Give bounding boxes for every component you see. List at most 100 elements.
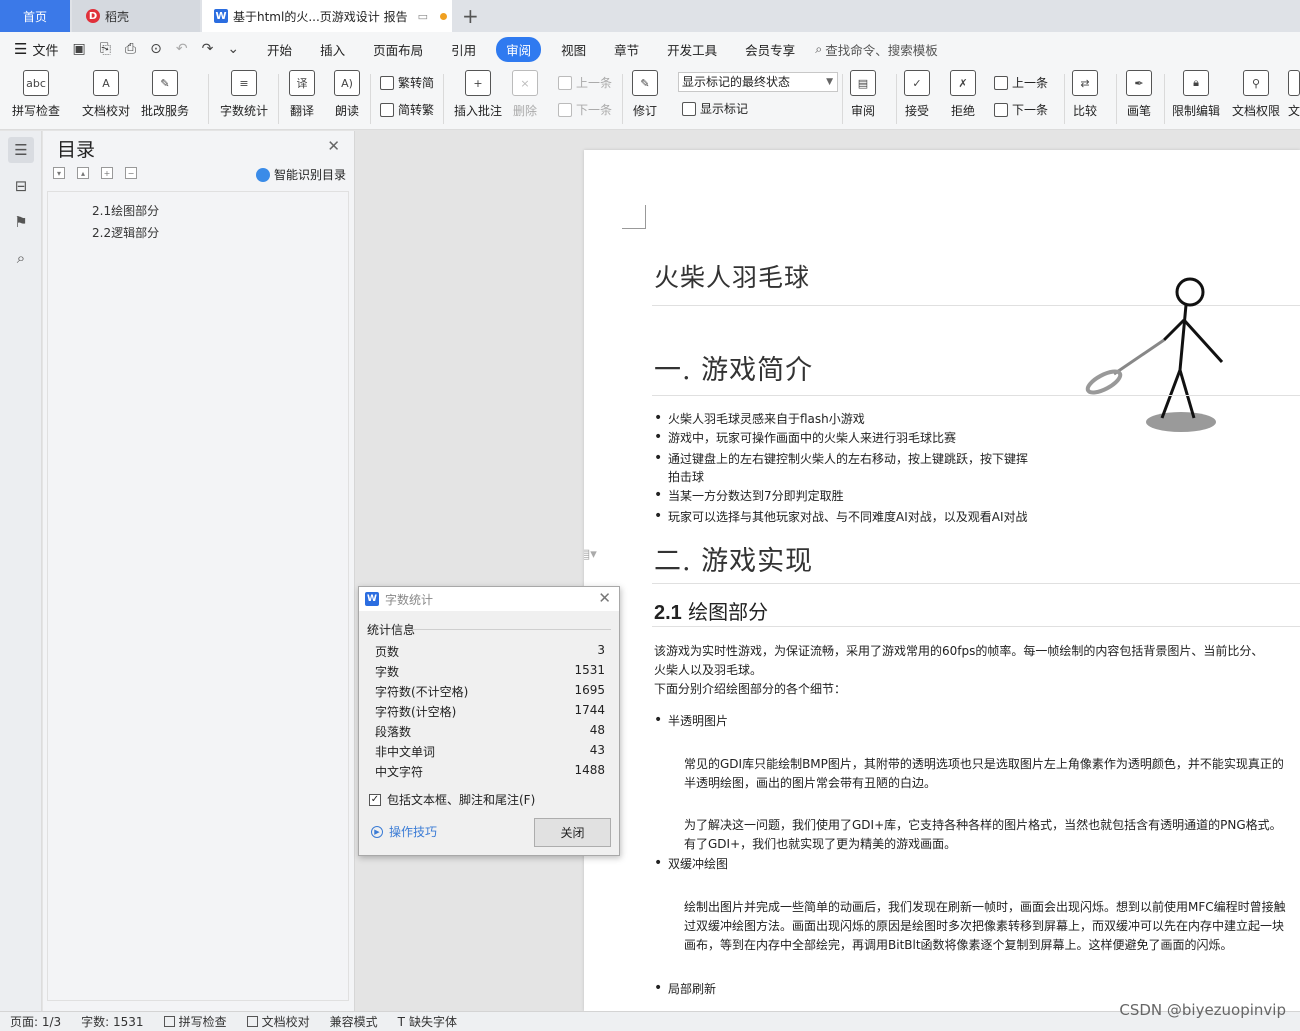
spellcheck-status[interactable]: 拼写检查 [163,1013,227,1030]
menu-insert[interactable]: 插入 [320,40,345,59]
watermark: CSDN @biyezuopinvip [1119,1001,1286,1019]
show-markup-label: 显示标记 [700,102,749,116]
more-ribbon-button[interactable]: 文 [1288,70,1300,119]
close-button[interactable]: 关闭 [534,818,611,847]
word-count-dialog: W 字数统计 ✕ 统计信息 页数 3 字数 1531 字符数(不计空格) 1695 字… [358,586,620,856]
word-count-button[interactable]: ≡ 字数统计 [220,70,268,119]
review-pane-button[interactable]: ▤ 审阅 [850,70,876,119]
new-tab-button[interactable]: + [462,4,479,28]
bookmark-icon[interactable]: ⚑ [8,209,34,235]
show-markup-button[interactable]: 显示标记 [682,100,748,117]
dialog-titlebar[interactable]: W 字数统计 ✕ [359,587,619,611]
tab-document[interactable]: W 基于html的火...页游戏设计 报告 ▭ [202,0,452,32]
stat-label: 字数 [375,665,400,679]
spellcheck-status-label: 拼写检查 [178,1015,227,1029]
doc-rights-button[interactable]: ⚲ 文档权限 [1232,70,1280,119]
save-icon[interactable]: ▣ [72,41,85,57]
reject-button[interactable]: ✗ 拒绝 [950,70,976,119]
menu-references[interactable]: 引用 [451,40,476,59]
toc-icon[interactable]: ☰ [8,137,34,163]
page-indicator[interactable]: 页面: 1/3 [10,1013,61,1030]
document-page[interactable]: 火柴人羽毛球 一. 游戏简介 火柴人羽毛球灵感来自于flash小游戏 游戏中，玩… [584,150,1300,1011]
stat-row: 字符数(计空格) 1744 [375,703,605,720]
heading-underline [652,626,1300,627]
add-level-icon[interactable]: + [101,167,113,179]
chapter-nav-icon[interactable]: ⊟ [8,173,34,199]
preview-icon[interactable]: ⊙ [150,41,162,57]
insert-comment-label: 插入批注 [454,104,503,118]
missing-font-label: 缺失字体 [408,1015,457,1029]
comment-icon: + [465,70,491,96]
include-textbox-checkbox[interactable]: ✓ 包括文本框、脚注和尾注(F) [369,791,535,808]
pen-button[interactable]: ✒ 画笔 [1126,70,1152,119]
close-icon[interactable]: ✕ [327,137,340,155]
spellcheck-button[interactable]: abc 拼写检查 [12,70,60,119]
revise-button[interactable]: ✎ 修订 [632,70,658,119]
prev-change-button[interactable]: 上一条 [994,74,1048,91]
page-note-icon[interactable]: ▤▾ [584,547,597,562]
search-icon: ⌕ [815,41,823,56]
smart-toc-button[interactable]: 智能识别目录 [255,166,346,183]
batch-service-label: 批改服务 [141,104,190,118]
heading-drawing-number: 2.1 [654,602,682,624]
more-icon[interactable]: ⌄ [227,41,239,57]
menu-start[interactable]: 开始 [267,40,292,59]
next-comment-button[interactable]: 下一条 [558,101,612,118]
translate-button[interactable]: 译翻译 [289,70,315,119]
trad-to-simp-button[interactable]: 繁转简 [380,74,434,91]
expand-up-icon[interactable]: ▴ [77,167,89,179]
paragraph: 绘制出图片并完成一些简单的动画后，我们发现在刷新一帧时，画面会出现闪烁。想到以前… [684,900,1286,952]
toc-item[interactable]: 2.1绘图部分 [92,202,159,219]
remove-level-icon[interactable]: − [125,167,137,179]
menu-chapter[interactable]: 章节 [614,40,639,59]
batch-service-button[interactable]: ✎ 批改服务 [141,70,189,119]
delete-comment-button[interactable]: × 删除 [512,70,538,119]
doc-proof-button[interactable]: A 文档校对 [82,70,130,119]
proof-status[interactable]: 文档校对 [246,1013,310,1030]
redo-icon[interactable]: ↷ [202,41,214,57]
stat-label: 非中文单词 [375,745,436,759]
writer-icon: W [365,592,379,606]
close-icon[interactable]: ✕ [598,589,611,607]
restrict-edit-button[interactable]: 🔒︎ 限制编辑 [1172,70,1220,119]
menu-devtools[interactable]: 开发工具 [667,40,717,59]
file-menu[interactable]: ☰ 文件 [14,40,58,59]
separator [622,74,623,124]
section-divider [411,629,611,630]
print-icon[interactable]: ⎙ [125,41,136,57]
reject-label: 拒绝 [950,104,975,118]
toc-panel: 目录 ✕ ▾ ▴ + − 智能识别目录 2.1绘图部分 2.2逻辑部分 [43,131,355,1011]
menu-layout[interactable]: 页面布局 [373,40,423,59]
export-icon[interactable]: ⎘ [100,41,111,57]
play-icon: ▶ [371,825,383,838]
compare-button[interactable]: ⇄ 比较 [1072,70,1098,119]
insert-comment-button[interactable]: + 插入批注 [454,70,502,119]
stat-row: 中文字符 1488 [375,763,605,780]
menu-view[interactable]: 视图 [561,40,586,59]
command-search[interactable]: ⌕ 查找命令、搜索模板 [815,40,938,59]
doc-rights-label: 文档权限 [1232,104,1281,118]
unsaved-dot-icon [440,12,447,20]
read-aloud-button[interactable]: A) 朗读 [334,70,360,119]
word-count-indicator[interactable]: 字数: 1531 [81,1013,143,1030]
simp-to-trad-button[interactable]: 简转繁 [380,101,434,118]
monitor-icon[interactable]: ▭ [418,10,428,23]
accept-button[interactable]: ✓ 接受 [904,70,930,119]
markup-state-value: 显示标记的最终状态 [682,75,791,89]
search-icon[interactable]: ⌕ [8,245,34,271]
tab-home[interactable]: 首页 [0,0,70,32]
accept-icon: ✓ [904,70,930,96]
menu-review[interactable]: 审阅 [496,36,542,62]
markup-state-select[interactable]: 显示标记的最终状态 ▼ [678,72,838,92]
missing-font-status[interactable]: T 缺失字体 [398,1013,457,1030]
prev-comment-button[interactable]: 上一条 [558,74,612,91]
next-change-button[interactable]: 下一条 [994,101,1048,118]
heading-drawing: 2.1 绘图部分 [654,596,768,625]
separator [842,74,843,124]
menu-member[interactable]: 会员专享 [745,40,795,59]
undo-icon[interactable]: ↶ [176,41,188,57]
collapse-all-icon[interactable]: ▾ [53,167,65,179]
toc-item[interactable]: 2.2逻辑部分 [92,224,159,241]
tab-daoke[interactable]: D 稻壳 [72,0,200,32]
tips-link[interactable]: ▶ 操作技巧 [371,823,437,840]
